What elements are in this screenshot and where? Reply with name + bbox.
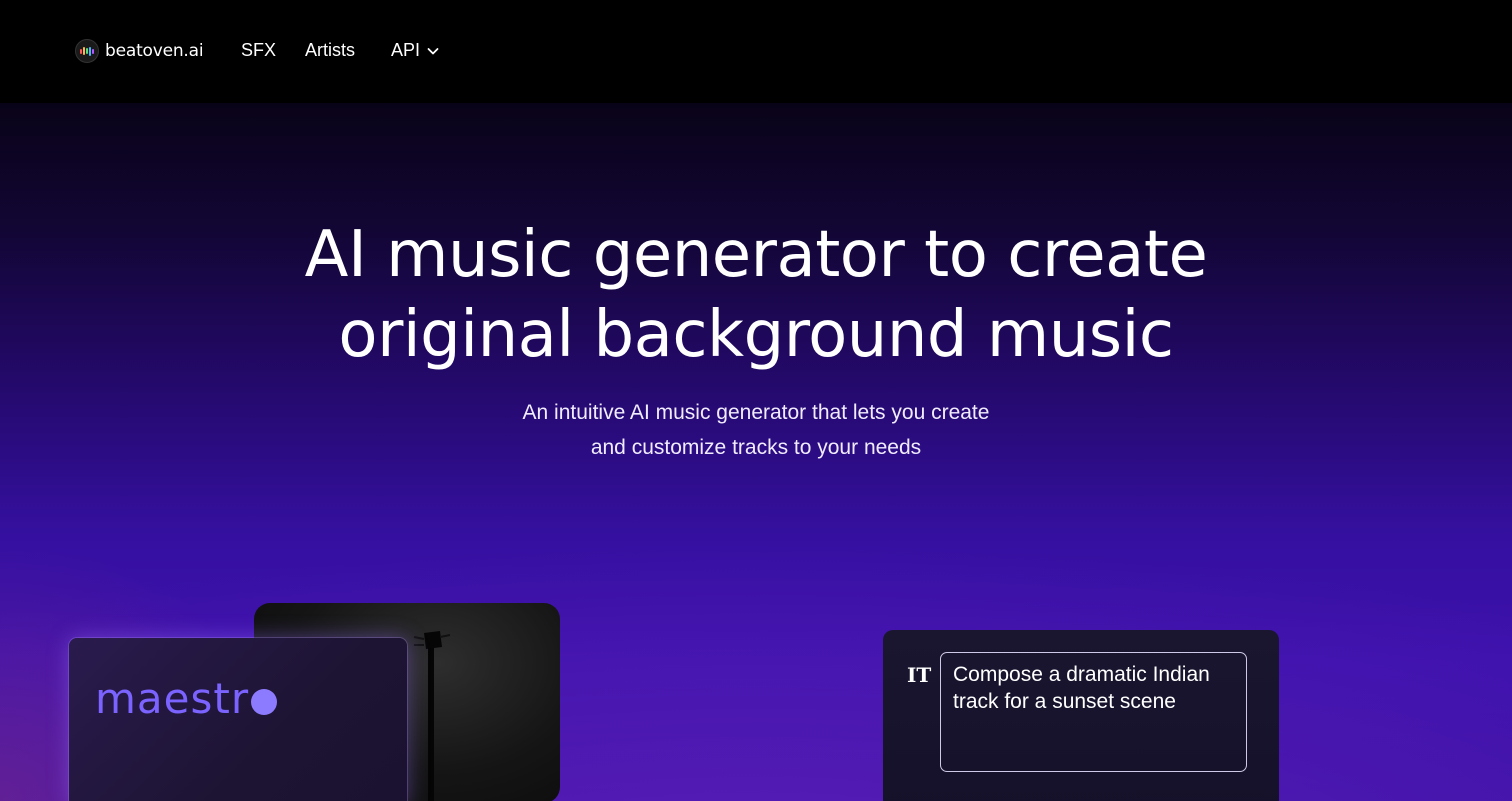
text-t-icon: IT [907,663,932,687]
maestro-card: maestr [69,638,407,801]
prompt-input[interactable]: Compose a dramatic Indian track for a su… [940,652,1247,772]
nav-link-api-dropdown[interactable]: API [391,40,440,61]
maestro-dot-icon [251,688,278,715]
hero-headline: AI music generator to create original ba… [0,215,1512,375]
beatoven-logo-icon [75,39,99,63]
maestro-wordmark: maestr [95,674,278,723]
brand-logo[interactable]: beatoven.ai [75,39,204,63]
nav-link-label: API [391,40,421,60]
nav-link-label: Artists [305,40,356,60]
brand-name: beatoven.ai [105,41,204,61]
hero-subheadline: An intuitive AI music generator that let… [0,395,1512,465]
maestro-wordmark-text: maestr [95,674,250,723]
prompt-card: IT Compose a dramatic Indian track for a… [883,630,1279,801]
headline-line-1: AI music generator to create [304,218,1208,292]
subline-line-2: and customize tracks to your needs [590,436,922,459]
subline-line-1: An intuitive AI music generator that let… [522,401,990,424]
top-navigation-bar: beatoven.ai SFX Artists API [0,0,1512,103]
nav-link-label: SFX [241,40,277,60]
nav-link-artists[interactable]: Artists [305,40,355,61]
chevron-down-icon [427,47,439,54]
headline-line-2: original background music [338,298,1174,372]
nav-link-sfx[interactable]: SFX [241,40,276,61]
